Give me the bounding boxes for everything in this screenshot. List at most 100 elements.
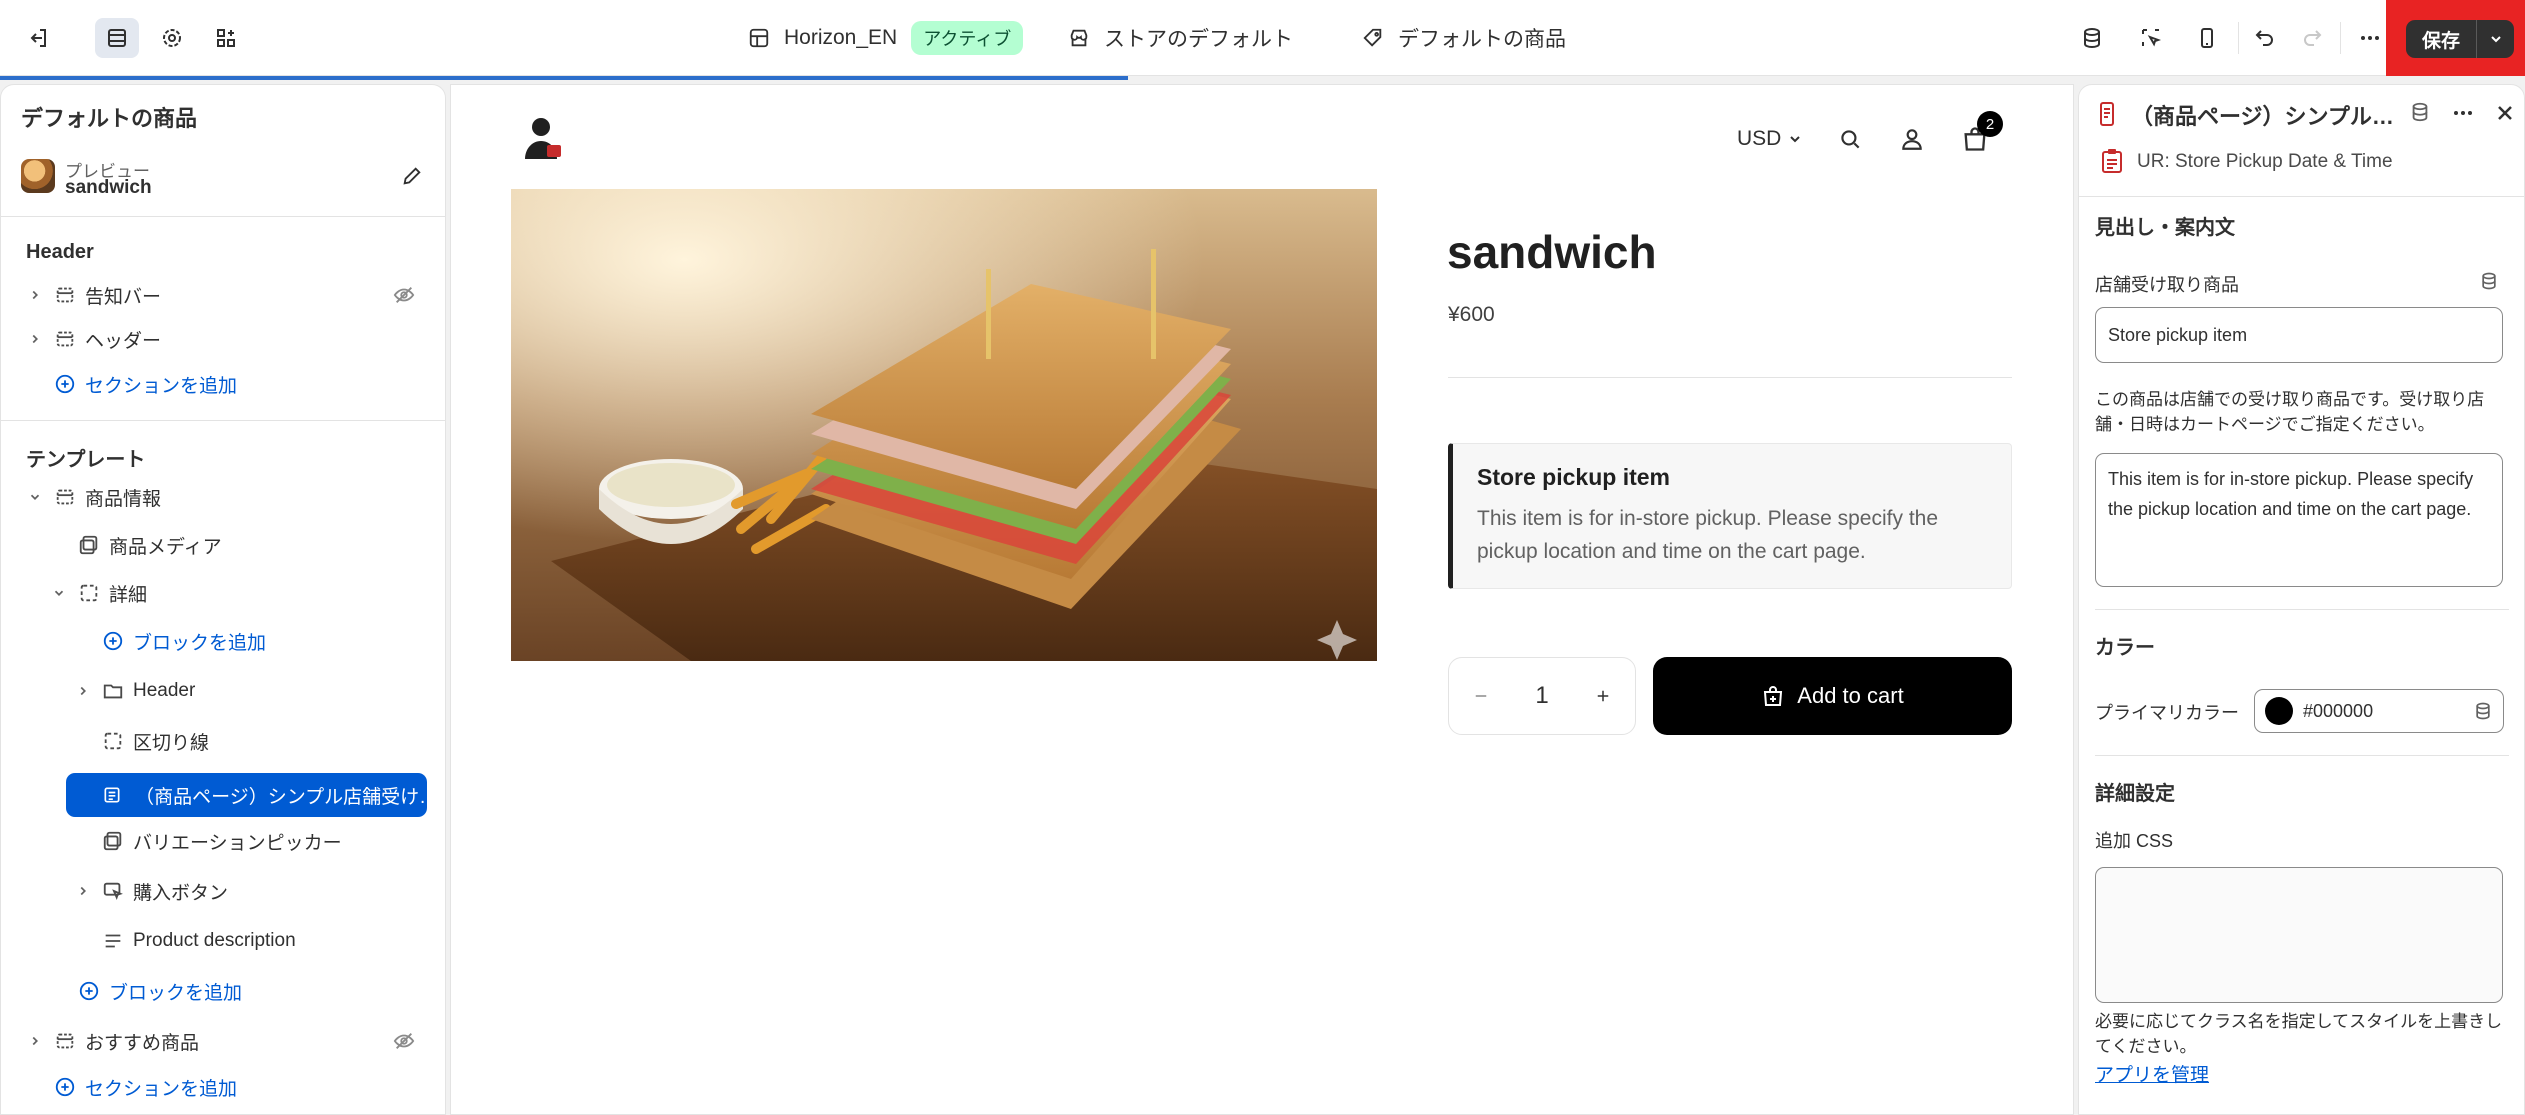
pickup-field-label: 店舗受け取り商品: [2095, 275, 2239, 295]
add-section-button[interactable]: セクションを追加: [45, 1067, 237, 1107]
tree-item-header[interactable]: ヘッダー: [25, 319, 161, 359]
add-block-label: ブロックを追加: [133, 632, 267, 654]
close-icon[interactable]: [2493, 101, 2517, 125]
add-to-cart-button[interactable]: Add to cart: [1653, 657, 2012, 735]
tree-item-buy-button[interactable]: 購入ボタン: [73, 871, 228, 911]
chevron-down-icon[interactable]: [49, 586, 69, 600]
chevron-right-icon[interactable]: [73, 884, 93, 898]
css-help-text: 必要に応じてクラス名を指定してスタイルを上書きしてください。: [2095, 1012, 2503, 1056]
save-label: 保存: [2421, 30, 2460, 52]
primary-color-picker[interactable]: #000000: [2254, 689, 2504, 733]
tree-item-label: 商品メディア: [109, 536, 222, 558]
divider: [2238, 22, 2239, 54]
custom-css-textarea[interactable]: [2095, 867, 2503, 1003]
database-icon[interactable]: [2070, 18, 2114, 58]
preview-value: sandwich: [65, 177, 152, 198]
mobile-preview-icon[interactable]: [2185, 18, 2229, 58]
tree-item-recommended[interactable]: おすすめ商品: [25, 1021, 199, 1061]
tree-item-label: Product description: [133, 930, 296, 951]
header-group-heading: Header: [26, 241, 94, 263]
plus-circle-icon: [77, 979, 101, 1003]
color-heading: カラー: [2095, 637, 2155, 659]
tree-item-product-description[interactable]: Product description: [93, 921, 296, 961]
more-icon[interactable]: [2451, 101, 2475, 125]
database-icon[interactable]: [2479, 271, 2499, 291]
product-price: ¥600: [1448, 303, 1495, 326]
inspector-icon[interactable]: [2129, 18, 2173, 58]
chevron-down-icon[interactable]: [25, 490, 45, 504]
tree-item-variant-picker[interactable]: バリエーションピッカー: [93, 821, 342, 861]
minus-icon[interactable]: [1472, 687, 1490, 705]
tag-icon: [1363, 28, 1382, 47]
layout-icon: [749, 28, 769, 48]
color-value: #000000: [2303, 700, 2374, 721]
pickup-description: This item is for in-store pickup. Please…: [1477, 507, 1939, 563]
preview-selector[interactable]: プレビュー sandwich: [21, 155, 431, 199]
exit-icon[interactable]: [16, 18, 60, 58]
clipboard-icon: [2101, 148, 2123, 174]
pickup-description-textarea[interactable]: This item is for in-store pickup. Please…: [2095, 453, 2503, 587]
theme-selector[interactable]: Horizon_EN アクティブ: [748, 21, 1024, 55]
left-sidebar: デフォルトの商品 プレビュー sandwich Header 告知バー ヘッダー…: [0, 84, 446, 1115]
tree-item-label: 告知バー: [85, 286, 162, 308]
apps-icon[interactable]: [204, 18, 248, 58]
color-swatch[interactable]: [2265, 697, 2293, 725]
database-icon[interactable]: [2473, 701, 2493, 721]
plus-circle-icon: [101, 629, 125, 653]
save-button[interactable]: 保存: [2406, 20, 2514, 58]
search-icon[interactable]: [1837, 119, 1863, 159]
quantity-stepper: 1: [1448, 657, 1636, 735]
pencil-icon[interactable]: [401, 165, 423, 187]
tree-item-detail-header[interactable]: Header: [73, 671, 195, 711]
template-label: デフォルトの商品: [1398, 28, 1566, 51]
tree-item-label: 購入ボタン: [133, 882, 229, 904]
chevron-right-icon[interactable]: [25, 1034, 45, 1048]
chevron-down-icon: [1790, 136, 1801, 143]
add-block-button[interactable]: ブロックを追加: [69, 971, 242, 1011]
section-icon: [53, 1029, 77, 1053]
add-section-button[interactable]: セクションを追加: [45, 364, 237, 404]
store-default-selector[interactable]: ストアのデフォルト: [1068, 22, 1293, 54]
cart-count-badge: 2: [1977, 111, 2003, 137]
section-icon: [53, 327, 77, 351]
add-block-button[interactable]: ブロックを追加: [93, 621, 266, 661]
redo-icon[interactable]: [2290, 18, 2334, 58]
template-selector[interactable]: デフォルトの商品: [1362, 22, 1566, 54]
plus-icon[interactable]: [1594, 687, 1612, 705]
eye-off-icon[interactable]: [393, 275, 415, 315]
chevron-down-icon[interactable]: [2476, 20, 2514, 58]
panel-title: デフォルトの商品: [21, 106, 198, 131]
chevron-right-icon[interactable]: [25, 332, 45, 346]
tree-item-label: 区切り線: [133, 732, 210, 754]
account-icon[interactable]: [1899, 119, 1925, 159]
manage-app-link[interactable]: アプリを管理: [2095, 1060, 2209, 1087]
undo-icon[interactable]: [2243, 18, 2287, 58]
block-settings-panel: （商品ページ）シンプル… UR: Store Pickup Date & Tim…: [2078, 84, 2525, 1115]
tree-item-details[interactable]: 詳細: [49, 573, 147, 613]
tree-item-selected-block[interactable]: （商品ページ）シンプル店舗受け…: [66, 773, 427, 817]
tree-item-label: ヘッダー: [85, 330, 162, 352]
status-badge: アクティブ: [911, 21, 1024, 55]
store-preview: USD 2 sandwich ¥600 Store pickup item Th…: [450, 84, 2074, 1115]
media-icon: [77, 533, 101, 557]
tree-item-divider[interactable]: 区切り線: [93, 721, 209, 761]
chevron-right-icon[interactable]: [73, 684, 93, 698]
folder-icon: [101, 679, 125, 703]
quantity-value[interactable]: 1: [1535, 682, 1548, 710]
currency-selector[interactable]: USD: [1737, 119, 1803, 159]
tree-item-announcement-bar[interactable]: 告知バー: [25, 275, 161, 315]
store-logo[interactable]: [523, 115, 563, 159]
sections-icon[interactable]: [95, 18, 139, 58]
eye-off-icon[interactable]: [393, 1021, 415, 1061]
store-default-label: ストアのデフォルト: [1104, 28, 1293, 51]
database-icon[interactable]: [2409, 101, 2431, 123]
product-image: [511, 189, 1377, 661]
pickup-title-input[interactable]: [2095, 307, 2503, 363]
product-title: sandwich: [1447, 226, 1657, 278]
tree-item-product-media[interactable]: 商品メディア: [69, 525, 222, 565]
tree-item-product-info[interactable]: 商品情報: [25, 477, 161, 517]
add-to-cart-label: Add to cart: [1797, 683, 1904, 708]
bag-plus-icon: [1764, 686, 1783, 706]
theme-settings-icon[interactable]: [150, 18, 194, 58]
chevron-right-icon[interactable]: [25, 288, 45, 302]
